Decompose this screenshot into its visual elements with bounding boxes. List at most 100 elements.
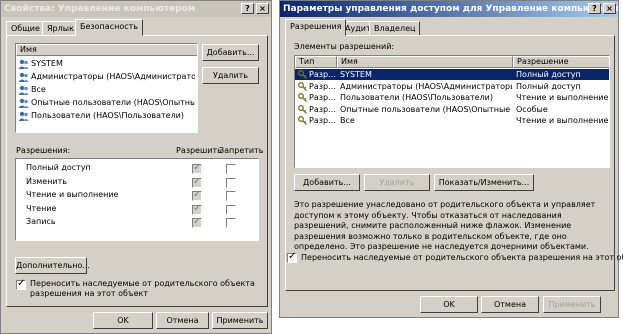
key-icon bbox=[298, 93, 307, 102]
inherit-checkbox-label: Переносить наследуемые от родительского … bbox=[301, 253, 623, 262]
check-mark-icon: ✓ bbox=[193, 175, 202, 187]
apply-button[interactable]: Применить bbox=[212, 312, 268, 329]
permission-column-header[interactable]: Разрешение bbox=[513, 56, 609, 68]
deny-checkbox[interactable] bbox=[226, 218, 236, 228]
entry-type: Разр... bbox=[309, 70, 336, 79]
inheritance-info-text: Это разрешение унаследовано от родительс… bbox=[294, 200, 596, 251]
key-icon bbox=[298, 116, 307, 125]
acl-entry-row[interactable]: Разр... SYSTEM Полный доступ bbox=[295, 69, 609, 80]
allow-checkbox[interactable]: ✓ bbox=[192, 175, 202, 188]
entry-name: Все bbox=[340, 116, 355, 125]
add-entry-button[interactable]: Добавить... bbox=[294, 174, 360, 191]
view-edit-button[interactable]: Показать/Изменить... bbox=[434, 174, 534, 191]
add-user-button[interactable]: Добавить... bbox=[202, 44, 259, 61]
key-icon bbox=[298, 81, 307, 91]
inherit-checkbox[interactable]: ✓ bbox=[287, 251, 297, 263]
permission-name: Чтение bbox=[26, 203, 57, 213]
allow-column-label: Разрешить bbox=[176, 146, 222, 155]
entry-type: Разр... bbox=[309, 93, 336, 102]
entry-type: Разр... bbox=[309, 104, 336, 114]
properties-title: Свойства: Управление компьютером bbox=[4, 4, 196, 14]
permission-name: Запись bbox=[26, 217, 56, 226]
users-list[interactable]: Имя SYSTEM Администраторы (HAOS\Администр… bbox=[15, 43, 198, 133]
access-title: Параметры управления доступом для Управл… bbox=[283, 4, 618, 14]
tab-owner[interactable]: Владелец bbox=[369, 21, 421, 36]
inherit-checkbox[interactable]: ✓ bbox=[16, 278, 26, 290]
user-group-icon bbox=[18, 98, 29, 108]
entry-permission: Полный доступ bbox=[516, 81, 581, 91]
type-column-header[interactable]: Тип bbox=[295, 56, 337, 68]
ok-button[interactable]: OK bbox=[420, 296, 478, 313]
check-mark-icon: ✓ bbox=[193, 162, 202, 173]
properties-titlebar[interactable]: Свойства: Управление компьютером bbox=[1, 1, 271, 17]
user-name: Опытные пользователи (HAOS\Опытные ... bbox=[31, 98, 195, 107]
user-group-icon bbox=[18, 111, 29, 121]
permission-row: Чтение ✓ bbox=[16, 202, 258, 216]
permission-name: Чтение и выполнение bbox=[26, 190, 119, 199]
acl-entry-row[interactable]: Разр... Все Чтение и выполнение bbox=[295, 115, 609, 126]
apply-button[interactable]: Применить bbox=[543, 296, 601, 313]
user-list-item[interactable]: Администраторы (HAOS\Администраторы) bbox=[18, 71, 195, 83]
permissions-list: Полный доступ ✓ Изменить ✓ Чтение и выполнен… bbox=[15, 158, 259, 241]
user-group-icon bbox=[18, 72, 29, 82]
tab-general[interactable]: Общие bbox=[6, 21, 45, 36]
check-mark-icon: ✓ bbox=[193, 202, 202, 214]
cancel-button[interactable]: Отмена bbox=[481, 296, 539, 313]
user-list-item[interactable]: SYSTEM bbox=[18, 58, 195, 70]
acl-entry-row[interactable]: Разр... Администраторы (HAOS\Администрато… bbox=[295, 81, 609, 92]
close-button[interactable]: × bbox=[603, 3, 616, 14]
acl-entry-row[interactable]: Разр... Опытные пользователи (HAOS\Опытны… bbox=[295, 104, 609, 115]
user-name: SYSTEM bbox=[31, 59, 63, 68]
entry-permission: Особые bbox=[516, 104, 548, 114]
permission-row: Полный доступ ✓ bbox=[16, 162, 258, 175]
user-list-item[interactable]: Все bbox=[18, 84, 195, 96]
key-icon bbox=[298, 104, 307, 114]
deny-checkbox[interactable] bbox=[226, 164, 236, 174]
deny-checkbox[interactable] bbox=[226, 204, 236, 215]
check-mark-icon: ✓ bbox=[193, 216, 202, 227]
help-button[interactable]: ? bbox=[241, 3, 254, 14]
user-name: Все bbox=[31, 85, 46, 94]
remove-user-button[interactable]: Удалить bbox=[202, 67, 259, 84]
names-column-header[interactable]: Имя bbox=[16, 44, 197, 56]
tab-shortcut[interactable]: Ярлык bbox=[42, 21, 79, 36]
permission-name: Полный доступ bbox=[26, 163, 91, 172]
close-button[interactable]: × bbox=[256, 3, 269, 14]
deny-column-label: Запретить bbox=[219, 146, 264, 155]
check-mark-icon: ✓ bbox=[193, 189, 202, 200]
user-list-item[interactable]: Опытные пользователи (HAOS\Опытные ... bbox=[18, 97, 195, 109]
advanced-button[interactable]: Дополнительно... bbox=[15, 257, 90, 274]
tab-security[interactable]: Безопасность bbox=[75, 19, 143, 36]
ok-button[interactable]: OK bbox=[93, 312, 153, 329]
check-mark-icon: ✓ bbox=[288, 251, 297, 262]
acl-list[interactable]: Тип Имя Разрешение Разр... SYSTEM Полный д… bbox=[294, 55, 610, 168]
permission-name: Изменить bbox=[26, 176, 67, 186]
remove-entry-button[interactable]: Удалить bbox=[364, 174, 430, 191]
name-column-header[interactable]: Имя bbox=[337, 56, 513, 68]
deny-checkbox[interactable] bbox=[226, 177, 236, 188]
deny-checkbox[interactable] bbox=[226, 191, 236, 201]
permission-row: Запись ✓ bbox=[16, 216, 258, 229]
allow-checkbox[interactable]: ✓ bbox=[192, 202, 202, 215]
cancel-button[interactable]: Отмена bbox=[156, 312, 209, 329]
check-mark-icon: ✓ bbox=[17, 278, 26, 289]
user-group-icon bbox=[18, 85, 29, 95]
entry-permission: Чтение и выполнение bbox=[516, 93, 609, 102]
access-titlebar[interactable]: Параметры управления доступом для Управл… bbox=[280, 1, 618, 17]
inherit-checkbox-label: Переносить наследуемые от родительского … bbox=[30, 279, 255, 298]
acl-entry-row[interactable]: Разр... Пользователи (HAOS\Пользователи) Ч… bbox=[295, 92, 609, 103]
allow-checkbox[interactable]: ✓ bbox=[192, 162, 202, 174]
access-settings-window: Параметры управления доступом для Управл… bbox=[279, 0, 623, 318]
allow-checkbox[interactable]: ✓ bbox=[192, 216, 202, 228]
entry-type: Разр... bbox=[309, 116, 336, 125]
entry-permission: Полный доступ bbox=[516, 70, 581, 79]
user-group-icon bbox=[18, 59, 29, 69]
user-list-item[interactable]: Пользователи (HAOS\Пользователи) bbox=[18, 110, 195, 122]
tab-permissions[interactable]: Разрешения bbox=[285, 19, 347, 36]
allow-checkbox[interactable]: ✓ bbox=[192, 189, 202, 201]
properties-window: Свойства: Управление компьютером ? × Общ… bbox=[0, 0, 272, 334]
permission-row: Изменить ✓ bbox=[16, 175, 258, 189]
entry-type: Разр... bbox=[309, 81, 336, 91]
entry-name: Опытные пользователи (HAOS\Опытные польз… bbox=[340, 104, 512, 114]
help-button[interactable]: ? bbox=[588, 3, 601, 14]
